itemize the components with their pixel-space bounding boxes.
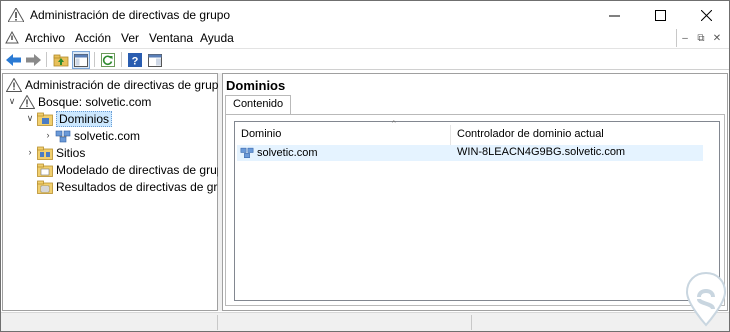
mdi-close-icon: ✕ [712, 32, 722, 44]
cell-domain: solvetic.com [240, 146, 318, 159]
expand-arrow-forest[interactable]: ∨ [7, 96, 17, 107]
svg-text:?: ? [132, 56, 139, 68]
results-icon [37, 180, 53, 194]
menu-bar: Archivo Acción Ver Ventana Ayuda – ⧉ ✕ [1, 29, 729, 47]
close-button[interactable] [683, 1, 729, 29]
table-row[interactable]: solvetic.com WIN-8LEACN4G9BG.solvetic.co… [237, 145, 703, 161]
up-level-button[interactable] [52, 51, 70, 69]
tree-label-gpmc-root: Administración de directivas de grupo [25, 77, 226, 92]
show-hide-tree-button[interactable] [72, 51, 90, 69]
tree-node-forest[interactable]: Bosque: solvetic.com [19, 93, 151, 110]
mdi-minimize-icon: – [682, 32, 688, 44]
menu-ayuda[interactable]: Ayuda [200, 31, 234, 45]
cell-controller: WIN-8LEACN4G9BG.solvetic.com [457, 146, 625, 158]
cell-controller-text: WIN-8LEACN4G9BG.solvetic.com [457, 146, 626, 158]
refresh-icon [101, 53, 115, 67]
details-pane: Dominios Contenido ⌃ Dominio Controlador… [222, 73, 728, 311]
gpmc-root-icon [6, 77, 22, 92]
refresh-button[interactable] [99, 51, 117, 69]
modeling-icon [37, 163, 53, 177]
column-header-controller[interactable]: Controlador de dominio actual [451, 125, 701, 145]
cell-domain-text: solvetic.com [257, 146, 318, 159]
tree-label-domains: Dominios [56, 110, 113, 127]
toolbar-separator [94, 52, 95, 67]
pane-title: Dominios [226, 78, 286, 93]
close-icon [700, 9, 712, 21]
mdi-controls: – ⧉ ✕ [676, 29, 725, 47]
up-folder-icon [53, 54, 69, 67]
minimize-button[interactable] [591, 1, 637, 29]
tree-node-domain-solvetic[interactable]: solvetic.com [55, 127, 140, 144]
tree-node-modeling[interactable]: Modelado de directivas de grupo [37, 161, 230, 178]
minimize-icon [608, 15, 620, 16]
menu-archivo[interactable]: Archivo [25, 31, 65, 45]
gpmc-app-icon [8, 8, 24, 22]
tree-label-domain: solvetic.com [74, 128, 141, 143]
system-menu-icon[interactable] [5, 31, 19, 45]
title-bar: Administración de directivas de grupo [1, 1, 729, 29]
domains-list: ⌃ Dominio Controlador de dominio actual … [234, 119, 720, 301]
tree-node-domains[interactable]: Dominios [37, 110, 113, 127]
menu-ver[interactable]: Ver [121, 31, 139, 45]
expand-arrow-sites[interactable]: › [25, 147, 35, 157]
status-divider [471, 315, 472, 330]
domains-folder-icon [37, 112, 53, 126]
mdi-close-button[interactable]: ✕ [709, 29, 725, 47]
toolbar-separator [121, 52, 122, 67]
watermark-logo-icon [685, 271, 727, 327]
help-icon: ? [128, 53, 142, 67]
tree-label-forest: Bosque: solvetic.com [38, 94, 152, 109]
tree-label-sites: Sitios [56, 145, 86, 160]
back-button[interactable] [5, 51, 23, 69]
show-hide-tree-icon [74, 53, 88, 67]
maximize-button[interactable] [637, 1, 683, 29]
back-icon [6, 54, 21, 66]
app-window: Administración de directivas de grupo Ar… [0, 0, 730, 332]
menu-accion[interactable]: Acción [75, 31, 111, 45]
domain-icon [240, 147, 254, 159]
forward-button[interactable] [24, 51, 42, 69]
tree-label-modeling: Modelado de directivas de grupo [56, 162, 231, 177]
tree-node-results[interactable]: Resultados de directivas de grupo [37, 178, 237, 195]
tree-node-gpmc-root[interactable]: Administración de directivas de grupo [6, 76, 225, 93]
sites-folder-icon [37, 146, 53, 160]
expand-arrow-domain[interactable]: › [43, 130, 53, 140]
column-header-domain[interactable]: Dominio [235, 125, 451, 145]
menu-ventana[interactable]: Ventana [149, 31, 193, 45]
status-divider [217, 315, 218, 330]
mdi-restore-icon: ⧉ [697, 32, 705, 44]
forest-icon [19, 94, 35, 109]
toolbar-separator [46, 52, 47, 67]
console-tree: Administración de directivas de grupo ∨ … [2, 73, 237, 311]
properties-icon [148, 53, 162, 67]
expand-arrow-domains[interactable]: ∨ [25, 113, 35, 124]
toolbar: ? [1, 48, 729, 70]
properties-button[interactable] [146, 51, 164, 69]
tab-panel: ⌃ Dominio Controlador de dominio actual … [225, 114, 725, 306]
maximize-icon [654, 9, 666, 21]
help-button[interactable]: ? [126, 51, 144, 69]
forward-icon [26, 54, 41, 66]
domain-icon [55, 130, 71, 142]
tree-label-results: Resultados de directivas de grupo [56, 179, 238, 194]
tree-node-sites[interactable]: Sitios [37, 144, 85, 161]
status-bar [1, 312, 729, 331]
window-title: Administración de directivas de grupo [30, 8, 231, 22]
mdi-minimize-button[interactable]: – [677, 29, 693, 47]
mdi-restore-button[interactable]: ⧉ [693, 29, 709, 47]
tab-contenido[interactable]: Contenido [225, 95, 292, 114]
